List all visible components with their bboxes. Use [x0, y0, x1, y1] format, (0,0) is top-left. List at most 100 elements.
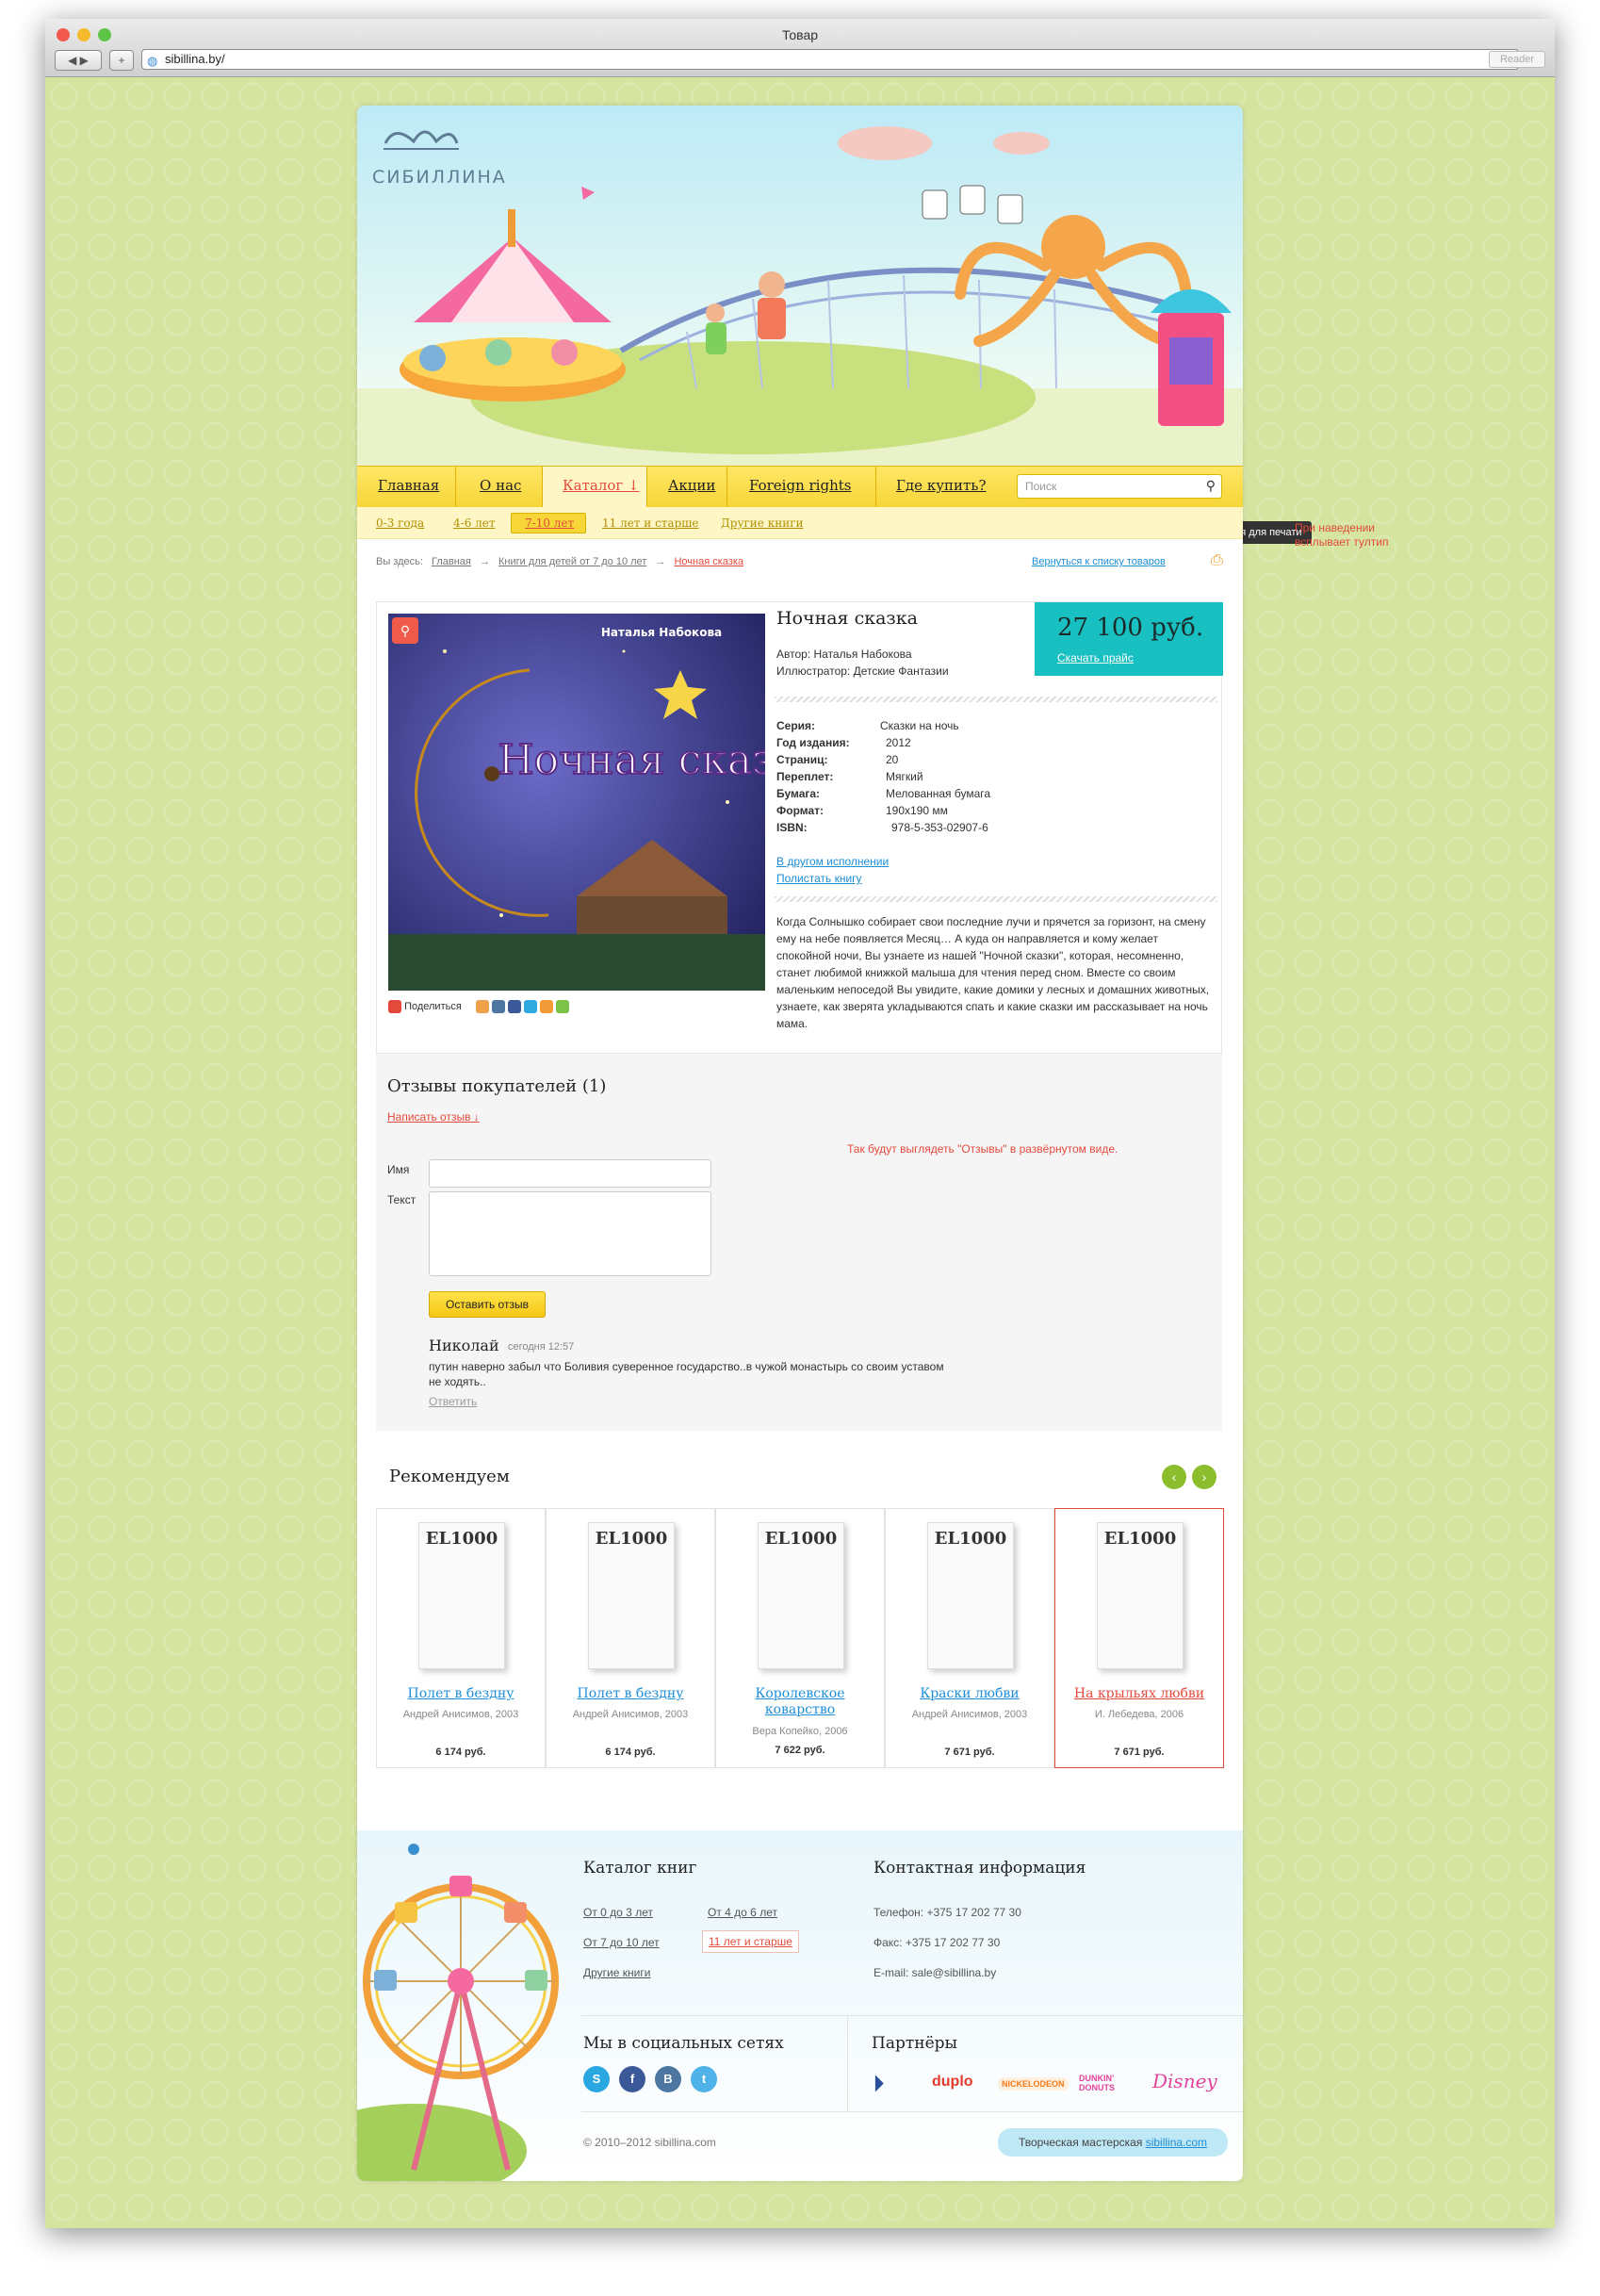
product-illustrator: Иллюстратор: Детские Фантазии [776, 664, 949, 678]
vk-icon[interactable] [491, 1000, 505, 1013]
subnav-11-plus[interactable]: 11 лет и старше [602, 517, 699, 530]
book-thumbnail[interactable]: EL1000 [1097, 1522, 1184, 1669]
share-label[interactable]: Поделиться [404, 1001, 462, 1012]
facebook-icon[interactable]: f [619, 2066, 645, 2092]
nav-about[interactable]: О нас [480, 477, 521, 494]
breadcrumb-home[interactable]: Главная [432, 556, 471, 567]
address-bar[interactable]: ◍ sibillina.by/ ↻ [141, 49, 1519, 70]
product-card: Наталья Набокова Ночная сказка ⚲ Поделит… [376, 601, 1223, 1054]
facebook-icon[interactable] [508, 1000, 521, 1013]
partner-dunkin[interactable]: DUNKIN' DONUTS [1079, 2074, 1139, 2092]
footer-catalog-title: Каталог книг [583, 1859, 697, 1878]
spec-value: Сказки на ночь [880, 719, 959, 732]
book-thumbnail[interactable]: EL1000 [758, 1522, 844, 1669]
partner-disney[interactable]: Disney [1152, 2070, 1217, 2092]
studio-link[interactable]: sibillina.com [1146, 2136, 1207, 2149]
playstation-logo[interactable]: ⏵ [873, 2072, 884, 2096]
footer: Каталог книг От 0 до 3 лет От 4 до 6 лет… [357, 1830, 1243, 2181]
rec-title[interactable]: Краски любви [886, 1686, 1053, 1701]
footer-link-0-3[interactable]: От 0 до 3 лет [583, 1906, 653, 1919]
globe-icon: ◍ [147, 54, 158, 68]
rec-title[interactable]: На крыльях любви [1055, 1686, 1223, 1701]
nav-foreign-rights[interactable]: Foreign rights [749, 477, 851, 494]
cover-illustration: Наталья Набокова Ночная сказка [388, 614, 765, 991]
spec-value: 978-5-353-02907-6 [891, 821, 988, 834]
rec-price: 7 671 руб. [1114, 1747, 1165, 1758]
spec-label: Бумага: [776, 787, 821, 800]
nav-where-to-buy[interactable]: Где купить? [896, 477, 987, 494]
copyright: © 2010–2012 sibillina.com [583, 2136, 716, 2149]
rec-card[interactable]: EL1000 Полет в бездну Андрей Анисимов, 2… [546, 1508, 715, 1768]
rec-title[interactable]: Королевское коварство [744, 1686, 856, 1718]
rec-title[interactable]: Полет в бездну [377, 1686, 545, 1701]
back-forward-buttons[interactable]: ◀ ▶ [55, 50, 102, 71]
skype-icon[interactable]: S [583, 2066, 610, 2092]
product-author: Автор: Наталья Набокова [776, 648, 912, 661]
window-title: Товар [781, 27, 819, 42]
print-icon[interactable]: ⎙ [1211, 552, 1223, 569]
spec-label: ISBN: [776, 821, 808, 834]
rec-card-hover[interactable]: EL1000 На крыльях любви И. Лебедева, 200… [1054, 1508, 1224, 1768]
subnav-other[interactable]: Другие книги [721, 517, 803, 530]
book-thumbnail-brand: EL1000 [595, 1529, 668, 1549]
browse-book-link[interactable]: Полистать книгу [776, 872, 862, 885]
subnav-7-10[interactable]: 7-10 лет [525, 517, 574, 530]
reader-button[interactable]: Reader [1489, 51, 1545, 68]
submit-review-button[interactable]: Оставить отзыв [429, 1291, 546, 1318]
subnav-4-6[interactable]: 4-6 лет [453, 517, 496, 530]
partner-duplo[interactable]: duplo [932, 2074, 973, 2091]
subnav-0-3[interactable]: 0-3 года [376, 517, 424, 530]
footer-link-7-10[interactable]: От 7 до 10 лет [583, 1936, 660, 1949]
url-text: sibillina.by/ [165, 52, 225, 66]
spec-label: Серия: [776, 719, 816, 732]
footer-email: E-mail: sale@sibillina.by [873, 1966, 997, 1979]
book-cover[interactable]: Наталья Набокова Ночная сказка ⚲ [388, 614, 765, 991]
livejournal-icon[interactable] [556, 1000, 570, 1013]
search-icon[interactable]: ⚲ [1206, 478, 1216, 494]
rec-title[interactable]: Полет в бездну [547, 1686, 714, 1701]
name-field[interactable] [429, 1159, 711, 1188]
new-tab-button[interactable]: + [109, 50, 134, 71]
vk-icon[interactable]: B [655, 2066, 681, 2092]
rec-price: 6 174 руб. [605, 1747, 656, 1758]
nav-catalog[interactable]: Каталог ↓ [563, 477, 640, 494]
download-price-link[interactable]: Скачать прайс [1057, 651, 1134, 664]
title-bar: Товар ◀ ▶ + ◍ sibillina.by/ ↻ Reader [45, 19, 1555, 77]
nav-home[interactable]: Главная [378, 477, 439, 494]
back-to-list-link[interactable]: Вернуться к списку товаров [1032, 556, 1166, 567]
book-thumbnail-brand: EL1000 [425, 1529, 498, 1549]
twitter-icon[interactable] [524, 1000, 538, 1013]
book-thumbnail[interactable]: EL1000 [418, 1522, 505, 1669]
other-edition-link[interactable]: В другом исполнении [776, 855, 889, 868]
spec-label: Страниц: [776, 753, 828, 766]
rec-meta: Вера Копейко, 2006 [752, 1726, 848, 1737]
prev-arrow-icon[interactable]: ‹ [1162, 1465, 1186, 1489]
review-textarea[interactable] [429, 1191, 711, 1276]
breadcrumb-current: Ночная сказка [674, 556, 743, 567]
spec-label: Формат: [776, 804, 824, 817]
partner-nickelodeon[interactable]: NICKELODEON [998, 2077, 1069, 2091]
footer-link-11-plus[interactable]: 11 лет и старше [702, 1930, 799, 1953]
spec-value: 20 [886, 753, 899, 766]
rec-card[interactable]: EL1000 Королевское коварство Вера Копейк… [715, 1508, 885, 1768]
rec-card[interactable]: EL1000 Краски любви Андрей Анисимов, 200… [885, 1508, 1054, 1768]
odnoklassniki-icon[interactable] [475, 1000, 489, 1013]
nav-promotions[interactable]: Акции [668, 477, 715, 494]
next-arrow-icon[interactable]: › [1192, 1465, 1216, 1489]
reply-link[interactable]: Ответить [429, 1395, 477, 1408]
breadcrumb-category[interactable]: Книги для детей от 7 до 10 лет [498, 556, 646, 567]
zoom-icon[interactable]: ⚲ [392, 617, 418, 644]
share-icon[interactable] [388, 1000, 401, 1013]
book-thumbnail[interactable]: EL1000 [588, 1522, 675, 1669]
footer-link-other[interactable]: Другие книги [583, 1966, 650, 1979]
rec-card[interactable]: EL1000 Полет в бездну Андрей Анисимов, 2… [376, 1508, 546, 1768]
footer-link-4-6[interactable]: От 4 до 6 лет [708, 1906, 777, 1919]
twitter-icon[interactable]: t [691, 2066, 717, 2092]
moimir-icon[interactable] [540, 1000, 554, 1013]
footer-fax: Факс: +375 17 202 77 30 [873, 1936, 1001, 1949]
rec-price: 6 174 руб. [435, 1747, 486, 1758]
search-input[interactable]: Поиск ⚲ [1017, 474, 1222, 499]
write-review-link[interactable]: Написать отзыв ↓ [387, 1110, 480, 1123]
footer-divider [847, 2015, 848, 2111]
book-thumbnail[interactable]: EL1000 [927, 1522, 1014, 1669]
